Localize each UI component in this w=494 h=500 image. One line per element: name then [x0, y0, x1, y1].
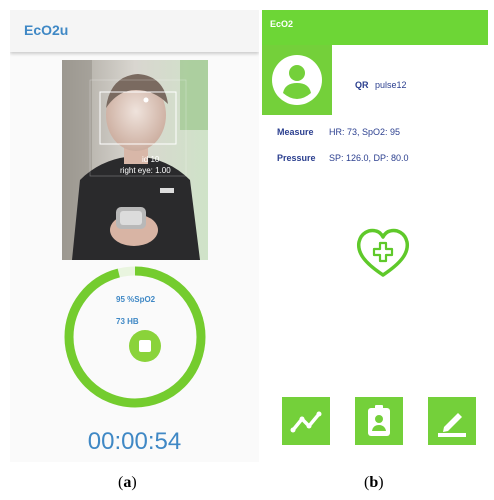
chart-button[interactable] — [282, 397, 330, 445]
caption-a: (a) — [118, 474, 137, 491]
pressure-label: Pressure — [277, 153, 316, 163]
stop-icon — [139, 340, 151, 352]
id-badge-icon — [368, 405, 390, 436]
avatar[interactable] — [262, 45, 332, 115]
qr-value: pulse12 — [375, 80, 407, 90]
elapsed-timer: 00:00:54 — [87, 428, 182, 455]
app-screen-a: EcO2u id 10 right eye: 1.00 95 %SpO2 73 … — [10, 10, 259, 462]
caption-b: (b) — [364, 474, 384, 491]
pencil-icon — [438, 413, 466, 437]
app-title: EcO2u — [24, 22, 69, 38]
heart-beat-reading: 73 HB — [116, 317, 139, 326]
app-title: EcO2 — [270, 19, 294, 29]
health-heart-icon — [356, 228, 410, 277]
face-id-label: id 10 — [142, 155, 160, 164]
camera-preview: id 10 right eye: 1.00 — [62, 60, 208, 260]
measure-label: Measure — [277, 127, 314, 137]
app-bar: EcO2 — [262, 10, 488, 45]
app-bar: EcO2u — [10, 10, 259, 52]
pressure-value: SP: 126.0, DP: 80.0 — [329, 153, 409, 163]
eye-confidence-label: right eye: 1.00 — [120, 166, 171, 175]
user-avatar-icon — [272, 55, 322, 105]
camera-image — [62, 60, 208, 260]
spo2-reading: 95 %SpO2 — [116, 295, 156, 304]
profile-badge-button[interactable] — [355, 397, 403, 445]
trend-line-icon — [290, 411, 322, 433]
stop-button[interactable] — [129, 330, 161, 362]
measure-value: HR: 73, SpO2: 95 — [329, 127, 401, 137]
qr-label: QR — [355, 80, 369, 90]
edit-button[interactable] — [428, 397, 476, 445]
app-screen-b: EcO2 QR pulse12 Measure HR: 73, SpO2: 95… — [262, 10, 488, 462]
